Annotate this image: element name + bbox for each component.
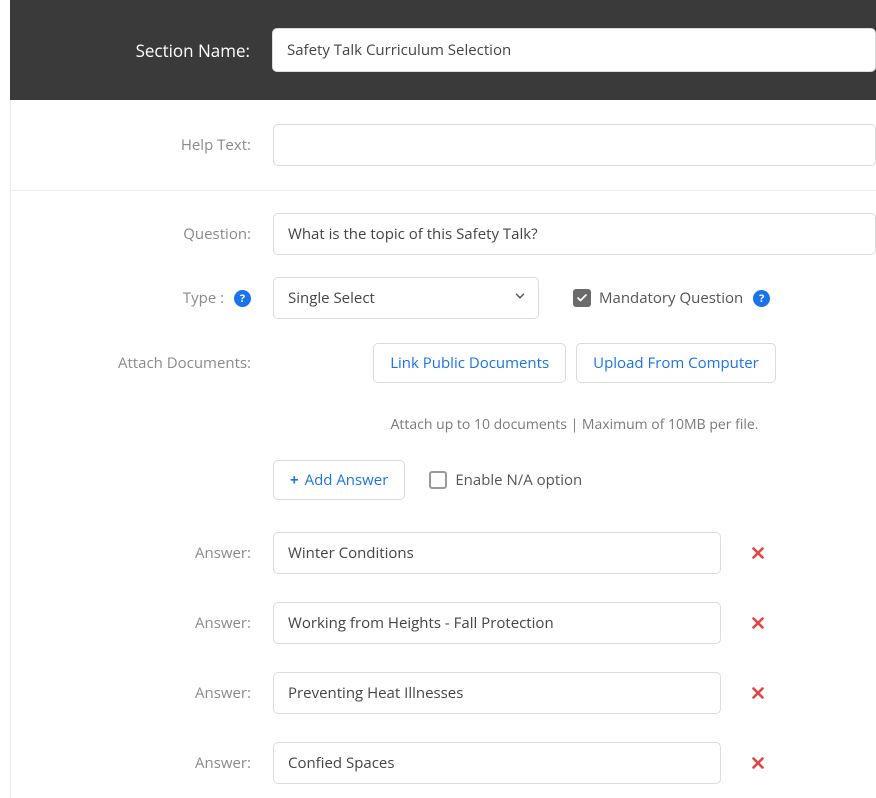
attach-label: Attach Documents: — [11, 343, 273, 373]
answer-row: Answer: — [11, 728, 876, 798]
answer-label: Answer: — [11, 683, 273, 703]
upload-from-computer-button[interactable]: Upload From Computer — [576, 343, 776, 383]
help-icon[interactable]: ? — [753, 290, 770, 307]
enable-na-label: Enable N/A option — [455, 470, 582, 490]
mandatory-checkbox[interactable] — [573, 289, 591, 307]
link-public-documents-button[interactable]: Link Public Documents — [373, 343, 566, 383]
enable-na-checkbox[interactable] — [429, 471, 447, 489]
type-label-text: Type : — [183, 288, 224, 308]
help-text-row: Help Text: — [11, 100, 876, 191]
section-name-label: Section Name: — [10, 39, 272, 62]
type-select[interactable]: Single Select — [273, 277, 539, 319]
mandatory-checkbox-wrap[interactable]: Mandatory Question ? — [573, 288, 770, 308]
answer-label: Answer: — [11, 753, 273, 773]
add-answer-row: + Add Answer Enable N/A option — [11, 446, 876, 518]
plus-icon: + — [290, 470, 299, 490]
type-label: Type : ? — [11, 288, 273, 308]
enable-na-checkbox-wrap[interactable]: Enable N/A option — [429, 470, 582, 490]
help-text-input[interactable] — [273, 124, 876, 166]
delete-answer-button[interactable] — [749, 684, 767, 702]
answer-row: Answer: — [11, 518, 876, 588]
delete-answer-button[interactable] — [749, 544, 767, 562]
section-name-input[interactable] — [272, 28, 876, 72]
question-row: Question: — [11, 191, 876, 265]
form-body: Help Text: Question: Type : ? Single Sel… — [10, 100, 876, 798]
section-header: Section Name: — [10, 0, 876, 100]
delete-answer-button[interactable] — [749, 614, 767, 632]
mandatory-label: Mandatory Question — [599, 288, 743, 308]
answer-input[interactable] — [273, 742, 721, 784]
type-row: Type : ? Single Select Mandatory Questio… — [11, 265, 876, 331]
answer-input[interactable] — [273, 602, 721, 644]
answer-row: Answer: — [11, 658, 876, 728]
answer-label: Answer: — [11, 543, 273, 563]
question-input[interactable] — [273, 213, 876, 255]
answer-input[interactable] — [273, 672, 721, 714]
answer-input[interactable] — [273, 532, 721, 574]
help-icon[interactable]: ? — [234, 290, 251, 307]
question-label: Question: — [11, 224, 273, 244]
attach-helper-text: Attach up to 10 documents | Maximum of 1… — [391, 409, 759, 444]
answer-row: Answer: — [11, 588, 876, 658]
answer-label: Answer: — [11, 613, 273, 633]
help-text-label: Help Text: — [11, 135, 273, 155]
add-answer-button[interactable]: + Add Answer — [273, 460, 405, 500]
attach-row: Attach Documents: Link Public Documents … — [11, 331, 876, 446]
type-select-wrap: Single Select — [273, 277, 539, 319]
delete-answer-button[interactable] — [749, 754, 767, 772]
